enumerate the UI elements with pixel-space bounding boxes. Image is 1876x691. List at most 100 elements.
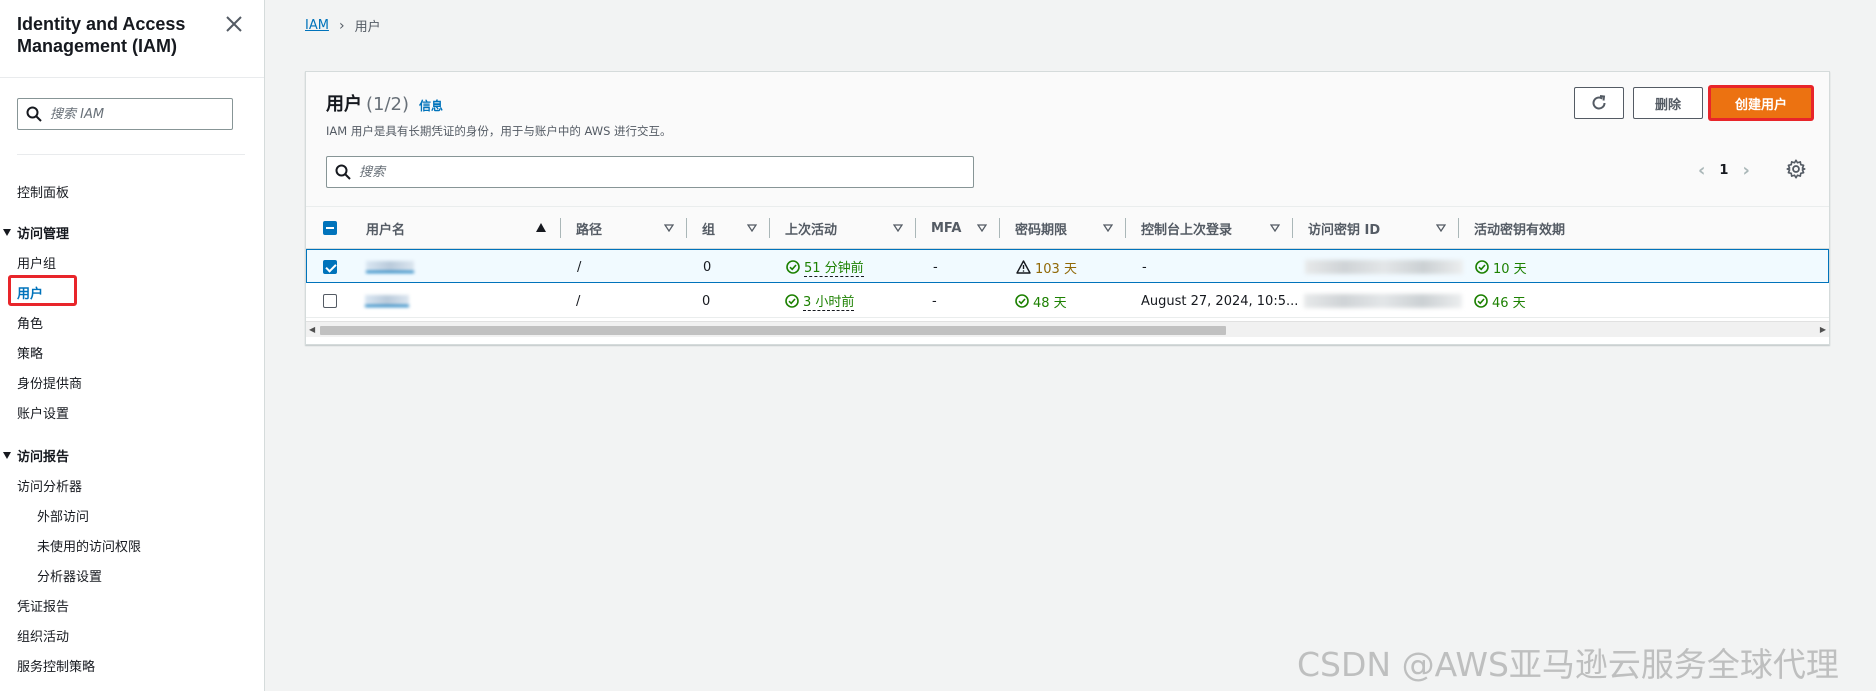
search-icon — [26, 106, 42, 122]
sidebar-item-organization-activity[interactable]: 组织活动 — [17, 626, 69, 645]
chevron-right-icon: › — [338, 17, 345, 34]
breadcrumb: IAM › 用户 — [305, 16, 381, 36]
panel-description: IAM 用户是具有长期凭证的身份，用于与账户中的 AWS 进行交互。 — [326, 124, 672, 138]
sort-icon — [664, 224, 674, 232]
sidebar-item-user-groups[interactable]: 用户组 — [17, 253, 56, 272]
success-icon — [786, 260, 800, 274]
row-select-cell[interactable] — [323, 284, 337, 318]
col-access-key-id[interactable]: 访问密钥 ID — [1308, 207, 1458, 249]
chevron-left-icon[interactable]: ‹ — [1698, 160, 1705, 181]
scroll-right-arrow-icon[interactable]: ▶ — [1820, 325, 1826, 334]
column-divider — [1458, 218, 1459, 238]
col-username[interactable]: 用户名 — [366, 207, 560, 249]
console-last-login-cell: August 27, 2024, 10:5... — [1141, 293, 1299, 309]
refresh-button[interactable] — [1574, 87, 1624, 119]
password-age-cell: 103 天 — [1016, 250, 1077, 284]
watermark: CSDN @AWS亚马逊云服务全球代理 — [1297, 645, 1839, 684]
column-divider — [915, 218, 916, 238]
username-cell[interactable] — [366, 250, 414, 284]
select-all-checkbox[interactable] — [323, 221, 337, 235]
horizontal-scrollbar[interactable]: ◀ ▶ — [306, 321, 1829, 337]
username-link-redacted[interactable] — [366, 261, 414, 273]
row-checkbox[interactable] — [323, 294, 337, 308]
column-divider — [769, 218, 770, 238]
close-icon[interactable] — [222, 12, 246, 36]
last-activity-cell: 51 分钟前 — [786, 250, 864, 284]
col-mfa[interactable]: MFA — [931, 207, 999, 249]
col-label: 控制台上次登录 — [1141, 222, 1233, 238]
sidebar-item-access-analyzer[interactable]: 访问分析器 — [17, 476, 82, 495]
groups-cell: 0 — [703, 259, 712, 275]
sidebar-search[interactable] — [17, 98, 233, 130]
delete-button[interactable]: 删除 — [1633, 87, 1703, 119]
col-password-age[interactable]: 密码期限 — [1015, 207, 1125, 249]
sort-icon — [893, 224, 903, 232]
row-checkbox[interactable] — [323, 260, 337, 274]
sidebar-item-analyzer-settings[interactable]: 分析器设置 — [37, 566, 102, 585]
password-age-value: 48 天 — [1033, 295, 1067, 311]
sidebar-group-access-management[interactable]: 访问管理 — [0, 223, 69, 242]
active-key-age-cell: 46 天 — [1474, 284, 1526, 318]
col-console-last-login[interactable]: 控制台上次登录 — [1141, 207, 1292, 249]
groups-cell: 0 — [702, 293, 711, 309]
active-key-age-value: 46 天 — [1492, 295, 1526, 311]
sort-icon — [747, 224, 757, 232]
create-user-button[interactable]: 创建用户 — [1709, 86, 1813, 120]
console-last-login-cell: - — [1142, 259, 1147, 275]
col-label: 组 — [702, 222, 716, 238]
breadcrumb-link-iam[interactable]: IAM — [305, 18, 329, 33]
scrollbar-thumb[interactable] — [320, 326, 1226, 335]
username-cell[interactable] — [365, 284, 409, 318]
sidebar-item-identity-providers[interactable]: 身份提供商 — [17, 373, 82, 392]
table-search-input[interactable] — [359, 164, 959, 180]
breadcrumb-current: 用户 — [354, 20, 381, 35]
mfa-cell: - — [933, 259, 938, 275]
username-link-redacted[interactable] — [365, 295, 409, 307]
scroll-left-arrow-icon[interactable]: ◀ — [309, 325, 315, 334]
path-cell: / — [576, 293, 581, 309]
select-all-cell[interactable] — [323, 207, 353, 249]
sidebar-item-roles[interactable]: 角色 — [17, 313, 43, 332]
sidebar-item-account-settings[interactable]: 账户设置 — [17, 403, 69, 422]
info-link[interactable]: 信息 — [419, 97, 443, 114]
sidebar-item-external-access[interactable]: 外部访问 — [37, 506, 89, 525]
sidebar-header: Identity and Access Management (IAM) — [0, 0, 264, 78]
col-groups[interactable]: 组 — [702, 207, 769, 249]
selection-count: (1/2) — [366, 94, 410, 115]
col-path[interactable]: 路径 — [576, 207, 686, 249]
sidebar-item-service-control-policies[interactable]: 服务控制策略 — [17, 656, 95, 675]
gear-icon[interactable] — [1785, 158, 1807, 180]
sidebar-item-policies[interactable]: 策略 — [17, 343, 43, 362]
active-key-age-cell: 10 天 — [1475, 250, 1527, 284]
panel-header: 用户 (1/2) 信息 IAM 用户是具有长期凭证的身份，用于与账户中的 AWS… — [306, 72, 1829, 207]
sidebar-item-unused-access[interactable]: 未使用的访问权限 — [37, 536, 141, 555]
sidebar-item-dashboard[interactable]: 控制面板 — [17, 182, 69, 201]
sidebar-group-label: 访问管理 — [17, 227, 70, 242]
column-divider — [1125, 218, 1126, 238]
current-page[interactable]: 1 — [1719, 163, 1728, 178]
row-select-cell[interactable] — [323, 250, 337, 284]
sidebar-search-input[interactable] — [50, 106, 220, 122]
table-search[interactable] — [326, 156, 974, 188]
success-icon — [785, 294, 799, 308]
table-row[interactable]: / 0 51 分钟前 - 103 天 - 10 天 — [306, 249, 1829, 283]
sidebar-title: Identity and Access Management (IAM) — [17, 14, 186, 56]
sort-ascending-icon — [536, 223, 546, 232]
success-icon — [1015, 294, 1029, 308]
sort-icon — [1270, 224, 1280, 232]
sidebar-item-credential-report[interactable]: 凭证报告 — [17, 596, 69, 615]
last-activity-value[interactable]: 51 分钟前 — [804, 257, 864, 277]
table-row[interactable]: / 0 3 小时前 - 48 天 August 27, 2024, 10:5..… — [306, 284, 1829, 318]
column-divider — [560, 218, 561, 238]
sort-icon — [1103, 224, 1113, 232]
success-icon — [1474, 294, 1488, 308]
sidebar-item-users[interactable]: 用户 — [17, 283, 43, 302]
last-activity-cell: 3 小时前 — [785, 284, 855, 318]
access-key-id-cell — [1305, 250, 1463, 284]
col-active-key-age[interactable]: 活动密钥有效期 — [1474, 207, 1624, 249]
password-age-cell: 48 天 — [1015, 284, 1067, 318]
col-last-activity[interactable]: 上次活动 — [785, 207, 915, 249]
last-activity-value[interactable]: 3 小时前 — [803, 291, 855, 311]
sidebar-group-access-reports[interactable]: 访问报告 — [0, 446, 69, 465]
chevron-right-icon[interactable]: › — [1742, 160, 1749, 181]
